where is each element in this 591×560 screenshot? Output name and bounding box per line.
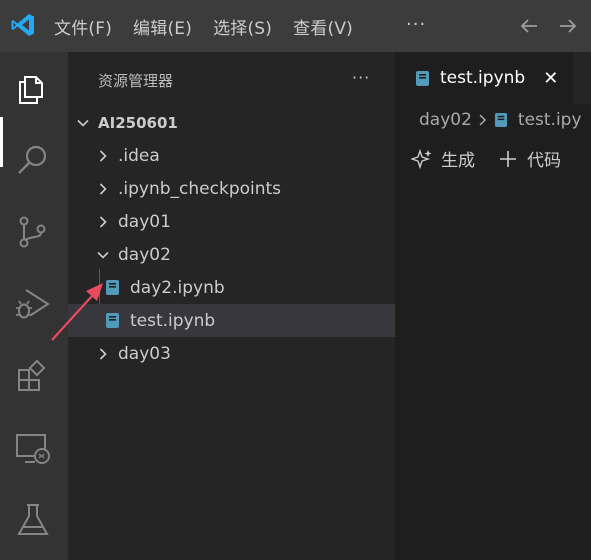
menu-bar: 文件(F) 编辑(E) 选择(S) 查看(V) — [54, 0, 374, 52]
tree-item-day02[interactable]: day02 — [68, 238, 395, 271]
remote-explorer-icon[interactable] — [13, 428, 53, 468]
title-bar: 文件(F) 编辑(E) 选择(S) 查看(V) ··· — [0, 0, 591, 52]
tree-item-label: day02 — [118, 244, 171, 265]
activity-bar — [0, 52, 68, 560]
tab-label: test.ipynb — [440, 68, 526, 88]
active-indicator — [0, 117, 3, 167]
tree-item-day01[interactable]: day01 — [68, 205, 395, 238]
tree-item-day03[interactable]: day03 — [68, 337, 395, 370]
breadcrumb-folder[interactable]: day02 — [419, 110, 472, 130]
tree-item-label: .ipynb_checkpoints — [118, 178, 282, 199]
explorer-title: 资源管理器 — [98, 72, 174, 90]
tree-item-label: day01 — [118, 211, 171, 232]
add-code-cell-button[interactable]: 代码 — [497, 146, 561, 171]
tree-item-label: test.ipynb — [130, 310, 216, 331]
chevron-down-icon — [97, 251, 109, 259]
tree-item-label: day03 — [118, 343, 171, 364]
add-code-label: 代码 — [527, 151, 561, 171]
tree-item-day2-ipynb[interactable]: day2.ipynb — [68, 271, 395, 304]
notebook-file-icon — [106, 280, 119, 295]
tree-item-idea[interactable]: .idea — [68, 139, 395, 172]
close-icon[interactable]: ✕ — [543, 68, 558, 89]
breadcrumb-file[interactable]: test.ipy — [518, 110, 582, 130]
chevron-right-icon — [479, 114, 486, 126]
menu-more-button[interactable]: ··· — [406, 14, 426, 35]
extensions-icon[interactable] — [13, 356, 53, 396]
plus-icon — [500, 150, 516, 167]
chevron-right-icon — [99, 347, 107, 360]
tree-item-test-ipynb[interactable]: test.ipynb — [68, 304, 395, 337]
run-debug-icon[interactable] — [13, 284, 53, 324]
tab-test-ipynb[interactable]: test.ipynb ✕ — [395, 52, 573, 104]
tab-bar: test.ipynb ✕ — [395, 52, 591, 104]
notebook-file-icon — [416, 70, 429, 86]
chevron-right-icon — [99, 215, 107, 228]
tree-root-label: AI250601 — [98, 113, 178, 132]
generate-label: 生成 — [441, 151, 475, 171]
tree-item-label: day2.ipynb — [130, 277, 225, 298]
generate-button[interactable]: 生成 — [411, 146, 475, 171]
tree-item-ipynb-checkpoints[interactable]: .ipynb_checkpoints — [68, 172, 395, 205]
notebook-file-icon — [494, 113, 507, 127]
menu-view[interactable]: 查看(V) — [293, 14, 353, 39]
sparkle-icon — [411, 148, 432, 169]
breadcrumb: day02 test.ipy — [419, 110, 582, 130]
tree-root-folder[interactable]: AI250601 — [68, 106, 395, 139]
notebook-file-icon — [106, 313, 119, 328]
menu-edit[interactable]: 编辑(E) — [133, 14, 192, 39]
explorer-icon[interactable] — [13, 68, 53, 108]
search-icon[interactable] — [13, 140, 53, 180]
chevron-right-icon — [99, 149, 107, 162]
menu-selection[interactable]: 选择(S) — [213, 14, 272, 39]
chevron-right-icon — [99, 182, 107, 195]
source-control-icon[interactable] — [13, 212, 53, 252]
notebook-toolbar: 生成 代码 — [411, 146, 583, 171]
explorer-sidebar: 资源管理器 ··· AI250601 .idea .ipynb_checkpoi… — [68, 52, 395, 560]
explorer-more-button[interactable]: ··· — [352, 68, 370, 87]
chevron-down-icon — [77, 119, 89, 127]
tree-item-label: .idea — [118, 145, 160, 166]
editor-area: test.ipynb ✕ day02 test.ipy 生成 代码 — [395, 52, 591, 560]
forward-arrow-icon[interactable] — [556, 14, 580, 38]
back-arrow-icon[interactable] — [517, 14, 541, 38]
menu-file[interactable]: 文件(F) — [54, 14, 112, 39]
vscode-logo-icon — [11, 14, 34, 36]
testing-icon[interactable] — [13, 500, 53, 540]
